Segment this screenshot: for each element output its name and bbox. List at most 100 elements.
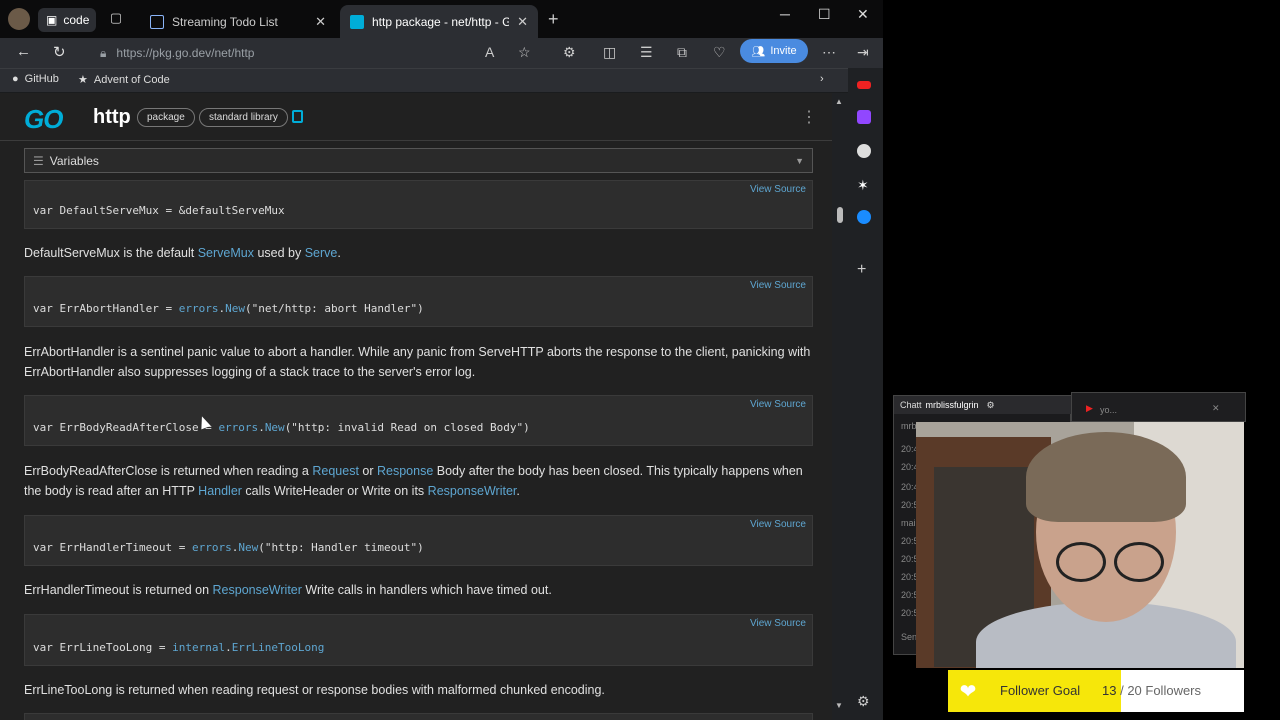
section-dropdown-label: Variables <box>49 153 99 168</box>
bookmark-github[interactable]: ● GitHub <box>12 73 59 85</box>
scroll-down-icon[interactable]: ▼ <box>835 701 843 710</box>
extensions-icon[interactable]: ⚙ <box>563 44 576 61</box>
page-scrollbar[interactable]: ▲ ▼ <box>832 93 848 720</box>
code-block: View Source var DefaultServeMux = &defau… <box>24 180 813 229</box>
kebab-menu-icon[interactable]: ⋮ <box>801 107 817 127</box>
invite-button[interactable]: 👥︎ Invite <box>740 39 808 63</box>
chevron-down-icon: ▼ <box>795 155 804 166</box>
view-source-link[interactable]: View Source <box>750 519 806 530</box>
code-text: var ErrLineTooLong = internal.ErrLineToo… <box>33 641 324 654</box>
internal-link[interactable]: internal <box>172 641 225 654</box>
skype-icon[interactable] <box>857 210 871 224</box>
desc-text: or <box>358 464 377 478</box>
maximize-icon[interactable]: ☐ <box>818 6 831 23</box>
read-aloud-icon[interactable]: A <box>485 44 494 60</box>
code-block: View Source var ErrAbortHandler = errors… <box>24 276 813 327</box>
url-field[interactable]: 🔒︎ https://pkg.go.dev/net/http <box>90 40 540 66</box>
close-icon[interactable]: ✕ <box>1212 403 1220 414</box>
scroll-up-icon[interactable]: ▲ <box>835 97 843 106</box>
code-token: ("net/http: abort Handler") <box>244 302 424 315</box>
desc-text: . <box>337 246 341 260</box>
standard-library-chip: standard library <box>199 108 288 127</box>
back-icon[interactable]: ← <box>16 43 31 60</box>
twitch-icon[interactable] <box>857 110 871 124</box>
new-link[interactable]: New <box>265 421 285 434</box>
chat-titlebar: Chatt mrblissfulgrin ⚙ <box>894 396 1072 414</box>
desc-text: DefaultServeMux is the default <box>24 246 198 260</box>
errors-link[interactable]: errors <box>192 541 232 554</box>
minimize-icon[interactable]: ─ <box>780 6 790 22</box>
errors-link[interactable]: errors <box>218 421 258 434</box>
tab-close-icon[interactable]: ✕ <box>315 14 326 30</box>
scroll-thumb[interactable] <box>837 207 843 223</box>
view-source-link[interactable]: View Source <box>750 184 806 195</box>
request-link[interactable]: Request <box>312 464 359 478</box>
code-token: ("http: invalid Read on closed Body") <box>284 421 530 434</box>
sidebar-toggle-icon[interactable]: ⇥ <box>857 44 869 61</box>
split-screen-icon[interactable]: ◫ <box>603 44 616 61</box>
close-window-icon[interactable]: ✕ <box>857 6 869 23</box>
new-tab-icon[interactable]: + <box>548 9 559 30</box>
view-source-link[interactable]: View Source <box>750 399 806 410</box>
youtube-popup-window: ▶ yo... ✕ <box>1071 392 1246 422</box>
gear-icon[interactable]: ⚙ <box>987 400 995 411</box>
new-link[interactable]: New <box>238 541 258 554</box>
chat-title: Chatt <box>900 400 922 410</box>
servemux-link[interactable]: ServeMux <box>198 246 254 260</box>
view-source-link[interactable]: View Source <box>750 280 806 291</box>
bookmarks-overflow-icon[interactable]: › <box>820 73 824 85</box>
section-dropdown[interactable]: ☰ Variables ▼ <box>24 148 813 173</box>
glasses-left <box>1056 542 1106 582</box>
favorite-star-icon[interactable]: ☆ <box>518 44 531 61</box>
webcam-feed <box>916 422 1244 668</box>
add-sidebar-app-icon[interactable]: + <box>857 262 871 278</box>
tab-close-icon[interactable]: ✕ <box>517 14 528 30</box>
tab-actions-icon[interactable]: ▢ <box>106 10 126 30</box>
goal-count: 13 / 20 Followers <box>1102 683 1201 698</box>
star-icon: ★ <box>78 74 88 86</box>
response-link[interactable]: Response <box>377 464 433 478</box>
heart-hands-icon: ❤ <box>959 680 977 703</box>
tab-label: Streaming Todo List <box>172 14 278 29</box>
page-content: GO http package standard library ⋮ ☰ Var… <box>0 93 832 720</box>
profile-avatar[interactable] <box>8 8 30 30</box>
go-logo[interactable]: GO <box>24 104 63 135</box>
tab-streaming-todo[interactable]: Streaming Todo List ✕ <box>140 5 336 38</box>
copy-path-icon[interactable] <box>292 110 303 123</box>
goal-current: 13 <box>1102 683 1117 698</box>
goal-total: / 20 Followers <box>1120 683 1202 698</box>
errors-link[interactable]: errors <box>179 302 219 315</box>
youtube-icon[interactable] <box>857 81 871 89</box>
list-icon: ☰ <box>33 153 44 168</box>
view-source-link[interactable]: View Source <box>750 618 806 629</box>
serve-link[interactable]: Serve <box>305 246 338 260</box>
bookmark-advent-of-code[interactable]: ★ Advent of Code <box>78 73 170 87</box>
favorites-icon[interactable]: ☰ <box>640 44 653 61</box>
chat-line: mrb <box>901 421 917 431</box>
handler-link[interactable]: Handler <box>198 484 242 498</box>
more-menu-icon[interactable]: ⋯ <box>822 44 836 61</box>
github-sidebar-icon[interactable] <box>857 144 871 158</box>
advent-star-icon[interactable]: ✶ <box>857 178 871 192</box>
desc-text: ErrHandlerTimeout is returned on <box>24 583 213 597</box>
description: ErrBodyReadAfterClose is returned when r… <box>24 461 814 501</box>
chat-input[interactable]: Sen <box>901 632 917 642</box>
address-bar: ← ↻ 🔒︎ https://pkg.go.dev/net/http A ☆ ⚙… <box>0 38 883 68</box>
responsewriter-link[interactable]: ResponseWriter <box>428 484 517 498</box>
tab-http-package[interactable]: http package - net/http - Go Pac ✕ <box>340 5 538 38</box>
workspace-button[interactable]: ▣ code <box>38 8 96 32</box>
bookmark-label: GitHub <box>24 73 59 85</box>
performance-icon[interactable]: ♡ <box>713 44 726 61</box>
desc-text: . <box>516 484 520 498</box>
code-token: . <box>258 421 265 434</box>
description: ErrAbortHandler is a sentinel panic valu… <box>24 342 814 382</box>
responsewriter-link[interactable]: ResponseWriter <box>213 583 302 597</box>
sidebar-settings-icon[interactable]: ⚙ <box>857 694 871 708</box>
code-text: var ErrAbortHandler = errors.New("net/ht… <box>33 302 424 315</box>
new-link[interactable]: New <box>225 302 245 315</box>
errlinetoolong-link[interactable]: ErrLineTooLong <box>232 641 325 654</box>
description: DefaultServeMux is the default ServeMux … <box>24 243 814 263</box>
github-icon: ● <box>12 73 19 85</box>
refresh-icon[interactable]: ↻ <box>53 43 66 61</box>
collections-icon[interactable]: ⧉ <box>677 44 687 61</box>
